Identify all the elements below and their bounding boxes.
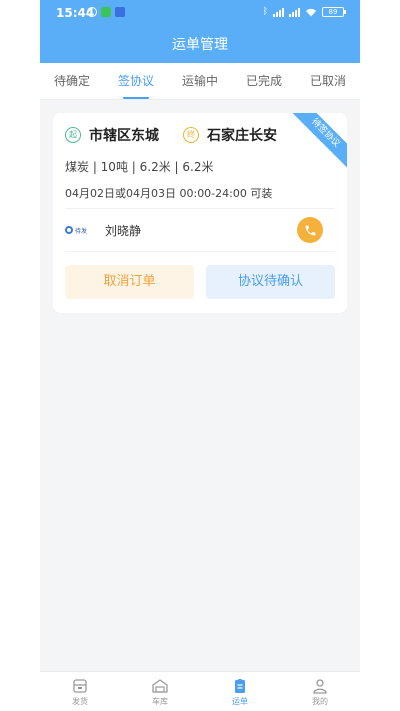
tab-in-transit[interactable]: 运输中 <box>168 63 232 99</box>
app-header: 15:44 ᛒ 89 运单管理 <box>40 0 360 63</box>
start-city: 市辖区东城 <box>89 128 159 144</box>
page-title: 运单管理 <box>172 37 228 53</box>
app-screen: 15:44 ᛒ 89 运单管理 待确定 签协议 运输中 已完成 已取消 待签协议… <box>40 0 360 711</box>
nav-shipment[interactable]: 发货 <box>40 672 120 711</box>
notification-app-icon <box>101 7 111 17</box>
nav-label: 发货 <box>72 697 88 706</box>
nav-profile[interactable]: 我的 <box>280 672 360 711</box>
company-logo: 待发 <box>65 225 91 235</box>
nav-waybill[interactable]: 运单 <box>200 672 280 711</box>
nav-garage[interactable]: 车库 <box>120 672 200 711</box>
wifi-icon <box>306 8 316 16</box>
nav-label: 车库 <box>152 697 168 706</box>
company-logo-text: 待发 <box>75 227 88 235</box>
nav-label: 我的 <box>312 697 328 706</box>
bottom-nav: 发货 车库 运单 我的 <box>40 671 360 711</box>
tab-pending-confirm[interactable]: 待确定 <box>40 63 104 99</box>
nav-label: 运单 <box>232 697 248 706</box>
logo-mark-icon <box>65 226 73 234</box>
call-button[interactable] <box>297 217 323 243</box>
shipment-icon <box>73 679 87 693</box>
loading-date: 04月02日或04月03日 00:00-24:00 可装 <box>65 187 273 200</box>
waybill-icon <box>235 679 245 693</box>
order-card[interactable]: 待签协议 起 市辖区东城 终 石家庄长安 煤炭 | 10吨 | 6.2米 | 6… <box>53 113 347 313</box>
end-city: 石家庄长安 <box>207 128 277 144</box>
notification-app-icon-2 <box>115 7 125 17</box>
bluetooth-icon: ᛒ <box>262 7 268 17</box>
cargo-spec: 煤炭 | 10吨 | 6.2米 | 6.2米 <box>65 160 214 174</box>
end-pin-icon: 终 <box>183 127 199 143</box>
driver-row: 待发 刘晓静 <box>65 208 335 252</box>
profile-icon <box>313 679 327 694</box>
signal-icon-2 <box>289 7 300 17</box>
alarm-icon <box>87 7 97 17</box>
garage-icon <box>152 679 168 693</box>
order-status-tabs: 待确定 签协议 运输中 已完成 已取消 <box>40 63 360 100</box>
start-pin-icon: 起 <box>65 127 81 143</box>
tab-cancelled[interactable]: 已取消 <box>296 63 360 99</box>
status-ribbon: 待签协议 <box>287 113 347 171</box>
tab-completed[interactable]: 已完成 <box>232 63 296 99</box>
signal-icon <box>273 7 284 17</box>
status-bar: 15:44 ᛒ 89 <box>40 0 360 26</box>
agreement-confirm-button[interactable]: 协议待确认 <box>206 265 335 299</box>
tab-sign-agreement[interactable]: 签协议 <box>104 63 168 99</box>
cancel-order-button[interactable]: 取消订单 <box>65 265 194 299</box>
battery-icon: 89 <box>322 7 346 17</box>
phone-icon <box>305 225 315 235</box>
route: 起 市辖区东城 终 石家庄长安 <box>65 125 277 145</box>
driver-name: 刘晓静 <box>105 223 142 238</box>
